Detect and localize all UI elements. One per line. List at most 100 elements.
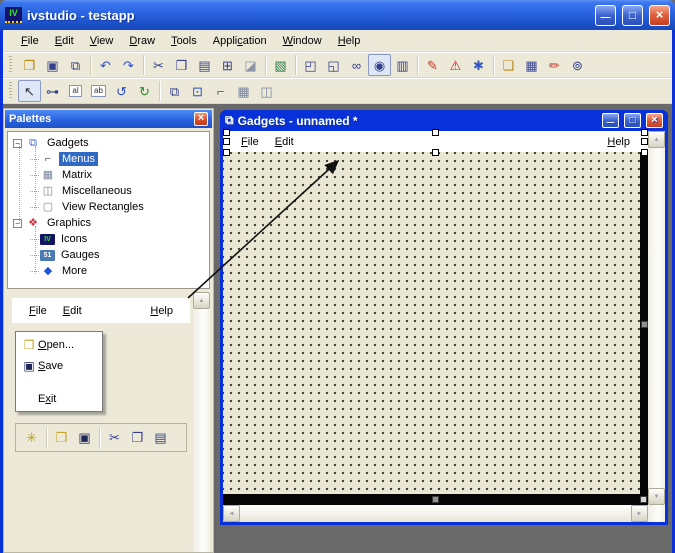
selection-handle[interactable] — [223, 129, 230, 136]
edge-resize-handle[interactable] — [640, 496, 647, 503]
menu-item[interactable]: Edit — [47, 33, 82, 49]
child-close-button[interactable]: × — [646, 113, 663, 128]
menu-item[interactable]: Application — [205, 33, 275, 49]
zoom-panel-button[interactable]: ◉ — [368, 54, 391, 76]
main-titlebar[interactable]: IV ivstudio - testapp — □ × — [0, 0, 675, 30]
debug-button[interactable]: ✱ — [467, 54, 490, 76]
redo-button[interactable]: ↷ — [117, 54, 140, 76]
find-references-button[interactable]: ⊚ — [566, 54, 589, 76]
selection-handle[interactable] — [641, 129, 648, 136]
toolbar-gripper[interactable] — [9, 56, 12, 74]
multiline-label-tool-button[interactable]: ab — [87, 80, 110, 102]
open-button[interactable]: ❒ — [18, 54, 41, 76]
minimize-button[interactable]: — — [595, 5, 616, 26]
tree-item-label[interactable]: Gadgets — [44, 136, 92, 150]
vertical-scrollbar[interactable]: ▲ ▼ — [648, 131, 665, 522]
palette-scrollbar[interactable]: ▲ — [193, 292, 210, 552]
save-button[interactable]: ▣ — [73, 427, 96, 449]
selection-handle[interactable] — [223, 138, 230, 145]
save-all-button[interactable]: ⧉ — [64, 54, 87, 76]
select-tool-button[interactable]: ↖ — [18, 80, 41, 102]
image-button[interactable]: ▧ — [269, 54, 292, 76]
child-minimize-button[interactable]: — — [602, 113, 619, 128]
tree-item[interactable]: ▢ View Rectangles — [8, 199, 209, 215]
selection-handle[interactable] — [641, 138, 648, 145]
tree-expander[interactable]: − — [13, 219, 22, 228]
preview-toolbar-widget[interactable]: ✳ ❒ ▣ — [15, 423, 187, 452]
open-menu-item[interactable]: ❒ Open... — [16, 334, 102, 355]
scroll-right-button[interactable]: ► — [631, 505, 648, 522]
resize-tool-button[interactable]: ⊡ — [186, 80, 209, 102]
tree-item-label[interactable]: Icons — [58, 232, 90, 246]
open-button[interactable]: ❒ — [50, 427, 73, 449]
tree-item-label[interactable]: Matrix — [59, 168, 95, 182]
matrix-tool-button[interactable]: ▦ — [232, 80, 255, 102]
horizontal-scrollbar[interactable]: ◄ ► — [223, 505, 648, 522]
tree-item-label[interactable]: Menus — [59, 152, 98, 166]
paste-button[interactable]: ▤ — [193, 54, 216, 76]
menu-item[interactable]: Draw — [121, 33, 163, 49]
duplicate-button[interactable]: ⊞ — [216, 54, 239, 76]
edit-source-button[interactable]: ✎ — [421, 54, 444, 76]
gadget-menu-item[interactable]: Help — [599, 134, 638, 150]
menu-item[interactable]: Window — [275, 33, 330, 49]
menu-item[interactable]: Help — [330, 33, 369, 49]
edge-resize-handle[interactable] — [641, 321, 648, 328]
scroll-up-button[interactable]: ▲ — [193, 292, 210, 309]
palettes-close-button[interactable]: × — [194, 112, 208, 126]
tree-item-label[interactable]: More — [59, 264, 90, 278]
preview-menubar-widget[interactable]: File Edit Help — [12, 298, 190, 323]
eraser-button[interactable]: ◪ — [239, 54, 262, 76]
scroll-up-button[interactable]: ▲ — [648, 131, 665, 148]
selection-handle[interactable] — [641, 149, 648, 156]
maximize-button[interactable]: □ — [622, 5, 643, 26]
menu-item[interactable]: File — [13, 33, 47, 49]
tree-item-label[interactable]: Miscellaneous — [59, 184, 135, 198]
scroll-down-button[interactable]: ▼ — [648, 488, 665, 505]
horizontal-scroll-track[interactable] — [240, 505, 631, 522]
cut-button[interactable]: ✂ — [103, 427, 126, 449]
tree-item[interactable]: − ❖ Graphics — [8, 215, 209, 231]
preview-menu-item[interactable]: File — [21, 303, 55, 319]
tree-item[interactable]: ◫ Miscellaneous — [8, 183, 209, 199]
cut-button[interactable]: ✂ — [147, 54, 170, 76]
open-application-button[interactable]: ❏ — [497, 54, 520, 76]
menus-tool-button[interactable]: ⌐ — [209, 80, 232, 102]
tree-item[interactable]: ▦ Matrix — [8, 167, 209, 183]
scroll-left-button[interactable]: ◄ — [223, 505, 240, 522]
tree-item[interactable]: 51 Gauges — [8, 247, 209, 263]
paste-button[interactable]: ▤ — [149, 427, 172, 449]
search-button[interactable]: ∞ — [345, 54, 368, 76]
toolbar-gripper[interactable] — [9, 82, 12, 100]
misc-tool-button[interactable]: ◫ — [255, 80, 278, 102]
tree-item[interactable]: ⌐ Menus — [8, 151, 209, 167]
tree-item-label[interactable]: Gauges — [58, 248, 103, 262]
bring-forward-tool-button[interactable]: ⧉ — [163, 80, 186, 102]
selection-handle[interactable] — [432, 129, 439, 136]
menu-item[interactable]: Tools — [163, 33, 205, 49]
label-tool-button[interactable]: al — [64, 80, 87, 102]
tree-item[interactable]: ◆ More — [8, 263, 209, 279]
tree-item-label[interactable]: View Rectangles — [59, 200, 147, 214]
selection-handle[interactable] — [432, 149, 439, 156]
rotate-tool-button[interactable]: ↺ — [110, 80, 133, 102]
tree-item[interactable]: − ⧉ Gadgets — [8, 135, 209, 151]
tree-expander[interactable]: − — [13, 139, 22, 148]
child-maximize-button[interactable]: □ — [624, 113, 641, 128]
undo-button[interactable]: ↶ — [94, 54, 117, 76]
menubar-gadget[interactable]: File Edit Help — [223, 131, 648, 152]
test-panel-button[interactable]: ◰ — [299, 54, 322, 76]
exit-menu-item[interactable]: Exit — [16, 388, 102, 409]
errors-button[interactable]: ⚠ — [444, 54, 467, 76]
palettes-panel-header[interactable]: Palettes × — [5, 110, 212, 128]
tree-item[interactable]: IV Icons — [8, 231, 209, 247]
preview-menu-item[interactable]: Help — [142, 303, 181, 319]
save-button[interactable]: ▣ — [41, 54, 64, 76]
edit-panel-button[interactable]: ◱ — [322, 54, 345, 76]
gadget-menu-item[interactable]: Edit — [267, 134, 302, 150]
preview-dropdown-widget[interactable]: ❒ Open... ▣ Save — [15, 331, 103, 412]
selection-handle[interactable] — [223, 149, 230, 156]
menu-item[interactable]: View — [82, 33, 122, 49]
edit-table-button[interactable]: ✏ — [543, 54, 566, 76]
save-menu-item[interactable]: ▣ Save — [16, 355, 102, 376]
